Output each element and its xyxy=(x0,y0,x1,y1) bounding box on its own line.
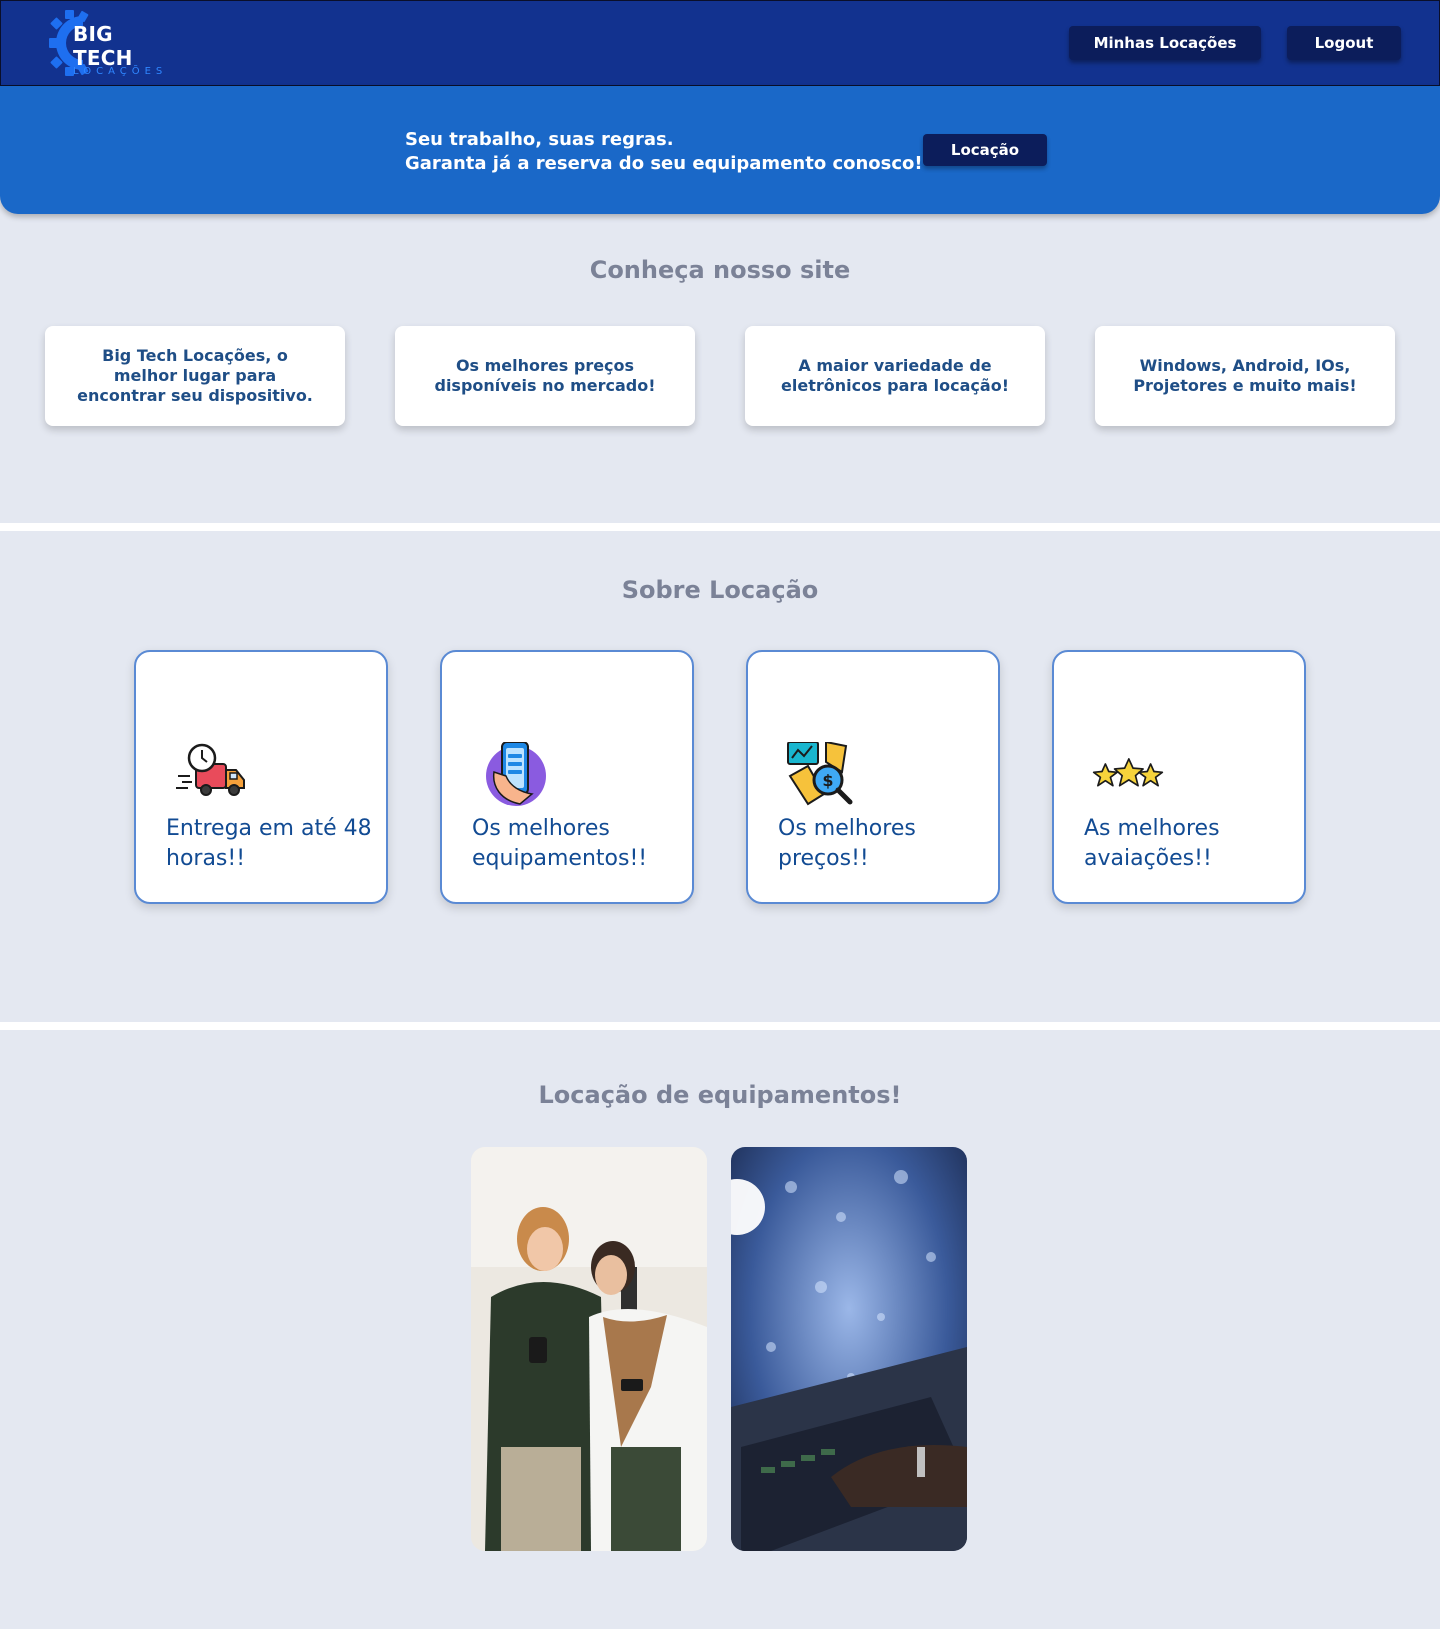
feature-text-equipment: Os melhores equipamentos!! xyxy=(472,816,648,871)
locacao-button[interactable]: Locação xyxy=(923,134,1047,166)
minhas-locacoes-button[interactable]: Minhas Locações xyxy=(1069,26,1261,60)
feature-card-delivery: Entrega em até 48 horas!! xyxy=(134,650,388,904)
logo-subtitle: LOCAÇÕES xyxy=(73,66,168,77)
nav-menu: Minhas Locações Logout xyxy=(1069,26,1401,60)
women-phones-image xyxy=(471,1147,707,1551)
logo[interactable]: BIG TECH LOCAÇÕES xyxy=(49,8,162,78)
laptop-keyboard-image xyxy=(731,1147,967,1551)
section-divider xyxy=(0,1022,1440,1030)
photo-laptop-keyboard xyxy=(731,1147,967,1551)
feature-card-prices: $ Os melhores preços!! xyxy=(746,650,1000,904)
site-card-3: A maior variedade de eletrônicos para lo… xyxy=(745,326,1045,426)
price-analysis-icon: $ xyxy=(787,742,853,806)
site-card-2: Os melhores preços disponíveis no mercad… xyxy=(395,326,695,426)
feature-card-ratings: As melhores avaiações!! xyxy=(1052,650,1306,904)
svg-text:$: $ xyxy=(822,771,833,790)
photo-women-with-phones xyxy=(471,1147,707,1551)
feature-card-equipment: Os melhores equipamentos!! xyxy=(440,650,694,904)
logo-title: BIG TECH xyxy=(73,22,133,70)
stars-rating-icon xyxy=(1092,758,1164,787)
section-divider xyxy=(0,523,1440,531)
equipment-section-title: Locação de equipamentos! xyxy=(538,1081,902,1109)
delivery-truck-icon xyxy=(176,743,245,796)
site-section-title: Conheça nosso site xyxy=(589,256,851,284)
hero-line-1: Seu trabalho, suas regras. xyxy=(405,129,674,150)
site-card-1: Big Tech Locações, o melhor lugar para e… xyxy=(45,326,345,426)
feature-text-ratings: As melhores avaiações!! xyxy=(1084,816,1220,871)
about-section-title: Sobre Locação xyxy=(621,576,819,604)
hero-banner: Seu trabalho, suas regras. Garanta já a … xyxy=(0,86,1440,214)
feature-text-prices: Os melhores preços!! xyxy=(778,816,916,871)
smartphone-icon xyxy=(486,742,546,806)
logout-button[interactable]: Logout xyxy=(1287,26,1401,60)
hero-line-2: Garanta já a reserva do seu equipamento … xyxy=(405,153,923,174)
feature-text-delivery: Entrega em até 48 horas!! xyxy=(166,816,372,871)
top-navbar: BIG TECH LOCAÇÕES Minhas Locações Logout xyxy=(0,0,1440,86)
hero-text: Seu trabalho, suas regras. Garanta já a … xyxy=(405,128,923,176)
site-card-4: Windows, Android, IOs, Projetores e muit… xyxy=(1095,326,1395,426)
